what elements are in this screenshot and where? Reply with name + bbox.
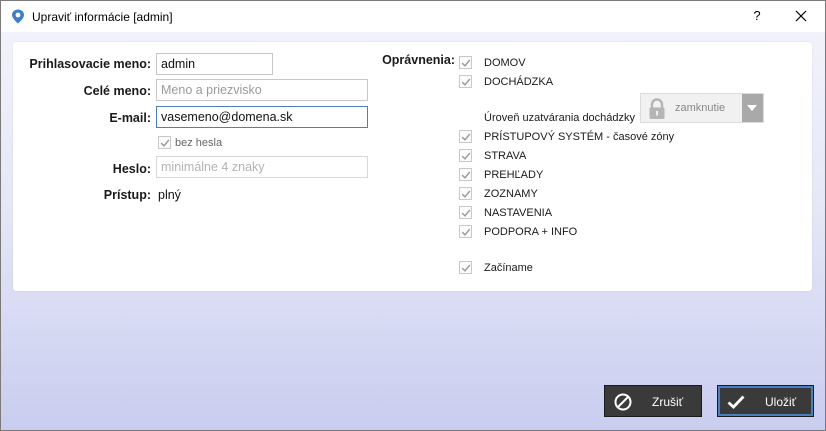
no-password-checkbox[interactable] (158, 136, 171, 149)
title-bar: Upraviť informácie [admin] ? (1, 1, 825, 32)
close-button[interactable] (787, 4, 815, 28)
getting-started-checkbox[interactable] (459, 261, 472, 274)
perm-prehlady-label: PREHĽADY (484, 169, 544, 181)
checkmark-icon (461, 190, 471, 198)
perm-strava-label: STRAVA (484, 150, 527, 162)
attendance-level-select[interactable]: zamknutie (640, 93, 764, 123)
getting-started-label: Začíname (484, 262, 533, 274)
checkmark-icon (461, 133, 471, 141)
perm-podpora-info-checkbox[interactable] (459, 225, 472, 238)
perm-podpora-info-label: PODPORA + INFO (484, 226, 578, 238)
checkmark-icon (461, 264, 471, 272)
save-button[interactable]: Uložiť (717, 385, 814, 417)
email-label: E-mail: (109, 111, 151, 125)
save-button-label: Uložiť (765, 395, 797, 409)
checkmark-icon (461, 228, 471, 236)
checkmark-icon (461, 78, 471, 86)
perm-domov-checkbox[interactable] (459, 56, 472, 69)
no-password-label: bez hesla (175, 137, 223, 149)
perm-strava-checkbox[interactable] (459, 149, 472, 162)
username-label: Prihlasovacie meno: (29, 57, 151, 71)
checkmark-icon (160, 139, 170, 147)
cancel-icon (614, 393, 632, 411)
checkmark-icon (461, 59, 471, 67)
checkmark-icon (461, 209, 471, 217)
permissions-label: Oprávnenia: (382, 53, 455, 67)
username-input[interactable] (156, 53, 273, 75)
attendance-level-label: Úroveň uzatvárania dochádzky (484, 112, 636, 124)
access-label: Prístup: (103, 188, 151, 202)
dialog-body: Prihlasovacie meno: Celé meno: E-mail: b… (1, 32, 825, 430)
perm-nastavenia-label: NASTAVENIA (484, 207, 553, 219)
location-pin-icon (12, 9, 24, 24)
perm-pristupovy-system-checkbox[interactable] (459, 130, 472, 143)
lock-icon (649, 98, 665, 119)
perm-dochadzka-label: DOCHÁDZKA (484, 76, 554, 88)
checkmark-icon (461, 171, 471, 179)
password-label: Heslo: (112, 162, 151, 176)
perm-domov-label: DOMOV (484, 57, 526, 69)
email-input[interactable] (156, 106, 368, 128)
window-title: Upraviť informácie [admin] (32, 10, 173, 24)
perm-zoznamy-label: ZOZNAMY (484, 188, 538, 200)
fullname-input[interactable] (156, 79, 368, 101)
cancel-button[interactable]: Zrušiť (604, 385, 702, 417)
cancel-button-label: Zrušiť (652, 395, 684, 409)
check-icon (727, 395, 745, 409)
close-icon (795, 10, 807, 22)
perm-prehlady-checkbox[interactable] (459, 168, 472, 181)
user-form-panel: Prihlasovacie meno: Celé meno: E-mail: b… (13, 42, 812, 291)
access-value: plný (158, 188, 181, 202)
perm-nastavenia-checkbox[interactable] (459, 206, 472, 219)
password-input[interactable] (156, 156, 368, 178)
checkmark-icon (461, 152, 471, 160)
perm-pristupovy-system-label: PRÍSTUPOVÝ SYSTÉM - časové zóny (484, 131, 675, 143)
perm-zoznamy-checkbox[interactable] (459, 187, 472, 200)
chevron-down-icon[interactable] (742, 94, 763, 122)
dialog-window: Upraviť informácie [admin] ? Prihlasovac… (0, 0, 826, 431)
help-button[interactable]: ? (745, 4, 769, 28)
attendance-level-value: zamknutie (675, 102, 726, 114)
perm-dochadzka-checkbox[interactable] (459, 75, 472, 88)
fullname-label: Celé meno: (83, 84, 151, 98)
